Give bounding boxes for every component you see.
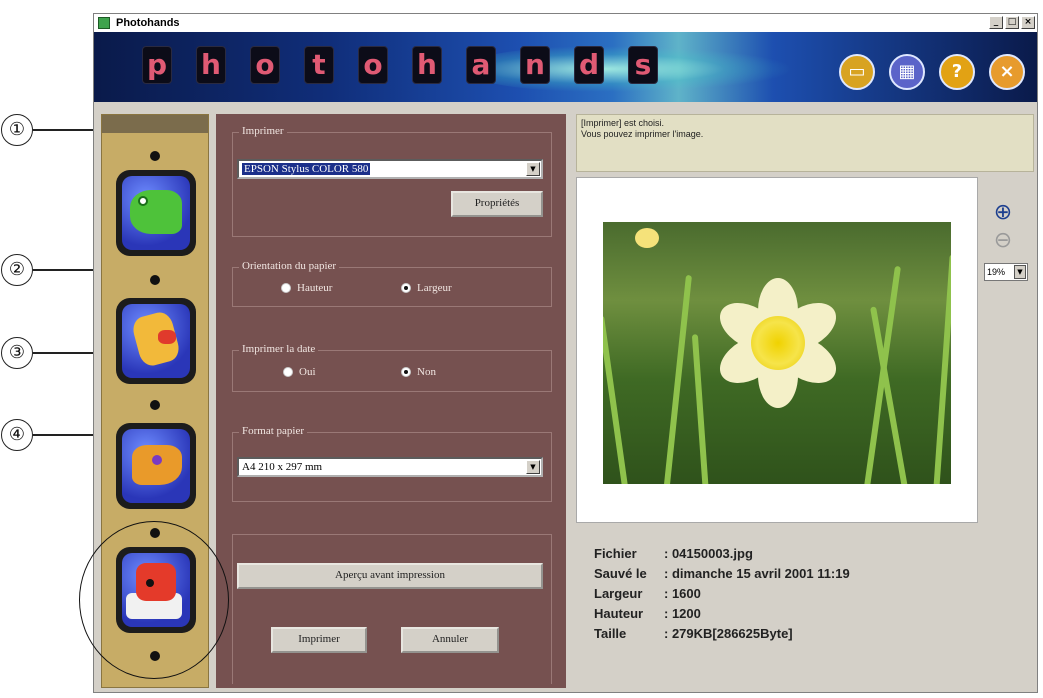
open-folder-icon[interactable]: ▭ (839, 54, 875, 90)
print-preview-button[interactable]: Aperçu avant impression (237, 563, 543, 589)
callout-1: ① (0, 114, 223, 154)
print-settings-panel: Imprimer EPSON Stylus COLOR 580 ▼ Propri… (216, 114, 566, 688)
callout-number: ① (1, 114, 33, 146)
chameleon-icon (122, 176, 190, 250)
print-date-group: Imprimer la date Oui Non (232, 343, 552, 392)
file-info-row: Fichier: 04150003.jpg (594, 546, 753, 561)
radio-label: Hauteur (297, 282, 333, 294)
orientation-group: Orientation du papier Hauteur Largeur (232, 260, 552, 307)
file-info-row: Hauteur: 1200 (594, 606, 701, 621)
close-icon[interactable]: × (989, 54, 1025, 90)
message-line: [Imprimer] est choisi. (581, 118, 665, 128)
orientation-landscape-radio[interactable]: Largeur (401, 282, 452, 294)
date-no-radio[interactable]: Non (401, 366, 436, 378)
actions-group: Aperçu avant impression Imprimer Annuler (232, 534, 552, 684)
giraffe-icon (122, 304, 190, 378)
file-info: Fichier: 04150003.jpg Sauvé le: dimanche… (594, 544, 850, 644)
file-info-row: Taille: 279KB[286625Byte] (594, 626, 793, 641)
paper-format-group: Format papier A4 210 x 297 mm ▼ (232, 425, 552, 502)
zoom-level-select[interactable]: 19% ▼ (984, 263, 1028, 281)
callout-number: ③ (1, 337, 33, 369)
callout-number: ② (1, 254, 33, 286)
app-icon (98, 17, 110, 29)
daffodil-flower (711, 278, 845, 408)
strip-dot (150, 400, 160, 410)
printer-select[interactable]: EPSON Stylus COLOR 580 ▼ (237, 159, 543, 179)
radio-circle (281, 283, 291, 293)
mode-button-fox[interactable] (116, 423, 196, 509)
callout-number: ④ (1, 419, 33, 451)
save-icon[interactable]: ▦ (889, 54, 925, 90)
radio-label: Largeur (417, 282, 452, 294)
banner: p h o t o h a n d s ▭ ▦ ? × (94, 32, 1037, 102)
radio-circle-selected (401, 367, 411, 377)
orientation-label: Orientation du papier (239, 260, 340, 272)
paper-format-value: A4 210 x 297 mm (242, 461, 323, 473)
message-line: Vous pouvez imprimer l'image. (581, 129, 704, 139)
zoom-in-icon[interactable]: ⊕ (990, 201, 1016, 227)
callout-4: ④ (0, 419, 223, 459)
file-info-row: Largeur: 1600 (594, 586, 701, 601)
close-window-button[interactable]: × (1021, 16, 1035, 29)
logo-letter: p (142, 46, 172, 84)
minimize-button[interactable]: _ (989, 16, 1003, 29)
app-window: Photohands _ □ × p h o t o h a n d s ▭ ▦… (93, 13, 1038, 693)
small-flower (635, 228, 659, 248)
message-area: [Imprimer] est choisi. Vous pouvez impri… (576, 114, 1034, 172)
print-date-label: Imprimer la date (239, 343, 319, 355)
radio-circle (283, 367, 293, 377)
logo-letter: n (520, 46, 550, 84)
radio-label: Oui (299, 366, 316, 378)
properties-button[interactable]: Propriétés (451, 191, 543, 217)
image-preview (576, 177, 978, 523)
radio-label: Non (417, 366, 436, 378)
title-bar: Photohands _ □ × (94, 14, 1037, 32)
chevron-down-icon[interactable]: ▼ (526, 460, 540, 474)
chevron-down-icon[interactable]: ▼ (526, 162, 540, 176)
toolbar: ▭ ▦ ? × (839, 54, 1025, 90)
cancel-button[interactable]: Annuler (401, 627, 499, 653)
logo-letter: a (466, 46, 496, 84)
zoom-controls: ⊕ ⊖ 19% ▼ (982, 177, 1034, 523)
help-icon[interactable]: ? (939, 54, 975, 90)
maximize-button[interactable]: □ (1005, 16, 1019, 29)
orientation-portrait-radio[interactable]: Hauteur (281, 282, 332, 294)
strip-dot (150, 275, 160, 285)
logo-letter: h (196, 46, 226, 84)
logo-letter: s (628, 46, 658, 84)
paper-format-label: Format papier (239, 425, 308, 437)
printer-label: Imprimer (239, 125, 287, 137)
logo-letter: h (412, 46, 442, 84)
fox-icon (122, 429, 190, 503)
strip-dot (150, 151, 160, 161)
zoom-out-icon[interactable]: ⊖ (990, 229, 1016, 255)
logo-letter: o (358, 46, 388, 84)
file-info-row: Sauvé le: dimanche 15 avril 2001 11:19 (594, 566, 850, 581)
logo-letter: d (574, 46, 604, 84)
callout-3: ③ (0, 337, 223, 377)
preview-photo (603, 222, 951, 484)
logo: p h o t o h a n d s (142, 46, 658, 84)
window-title: Photohands (116, 17, 180, 29)
mode-button-giraffe[interactable] (116, 298, 196, 384)
logo-letter: o (250, 46, 280, 84)
printer-group: Imprimer EPSON Stylus COLOR 580 ▼ Propri… (232, 125, 552, 237)
printer-value: EPSON Stylus COLOR 580 (242, 163, 371, 175)
paper-format-select[interactable]: A4 210 x 297 mm ▼ (237, 457, 543, 477)
strip-header (102, 115, 208, 133)
window-controls: _ □ × (989, 16, 1035, 29)
zoom-level-value: 19% (987, 267, 1006, 277)
highlight-circle (79, 521, 229, 679)
radio-circle-selected (401, 283, 411, 293)
mode-button-chameleon[interactable] (116, 170, 196, 256)
chevron-down-icon[interactable]: ▼ (1014, 265, 1026, 279)
callout-2: ② (0, 254, 223, 294)
print-button[interactable]: Imprimer (271, 627, 367, 653)
logo-letter: t (304, 46, 334, 84)
date-yes-radio[interactable]: Oui (283, 366, 316, 378)
